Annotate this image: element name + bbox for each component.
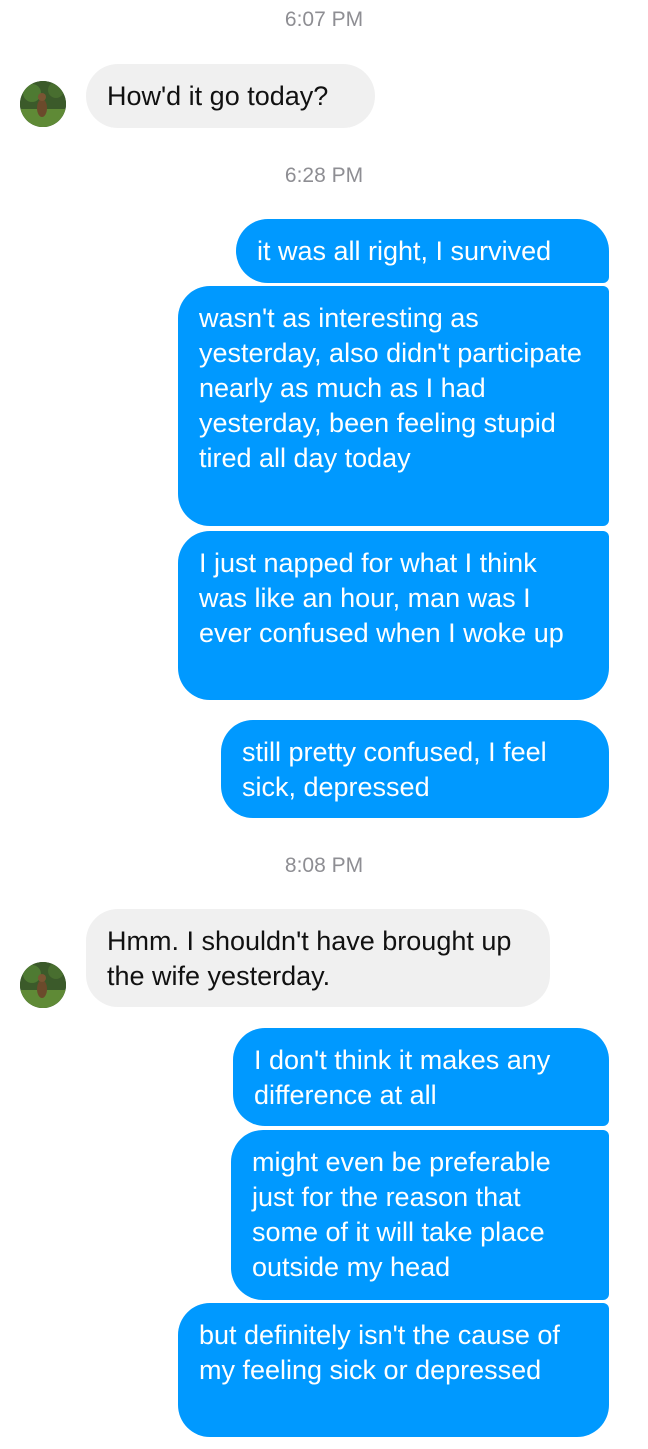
outgoing-message-bubble[interactable]: wasn't as interesting as yesterday, also… <box>178 286 609 526</box>
outgoing-message-bubble[interactable]: I just napped for what I think was like … <box>178 531 609 700</box>
outgoing-message-bubble[interactable]: I don't think it makes any difference at… <box>233 1028 609 1126</box>
timestamp: 6:28 PM <box>284 164 364 187</box>
contact-avatar-icon[interactable] <box>20 962 66 1008</box>
outgoing-message-bubble[interactable]: but definitely isn't the cause of my fee… <box>178 1303 609 1437</box>
outgoing-message-bubble[interactable]: might even be preferable just for the re… <box>231 1130 609 1300</box>
incoming-message-bubble[interactable]: Hmm. I shouldn't have brought up the wif… <box>86 909 550 1007</box>
outgoing-message-bubble[interactable]: it was all right, I survived <box>236 219 609 283</box>
contact-avatar-icon[interactable] <box>20 81 66 127</box>
timestamp: 8:08 PM <box>284 854 364 877</box>
incoming-message-bubble[interactable]: How'd it go today? <box>86 64 375 128</box>
outgoing-message-bubble[interactable]: still pretty confused, I feel sick, depr… <box>221 720 609 818</box>
timestamp: 6:07 PM <box>284 8 364 31</box>
